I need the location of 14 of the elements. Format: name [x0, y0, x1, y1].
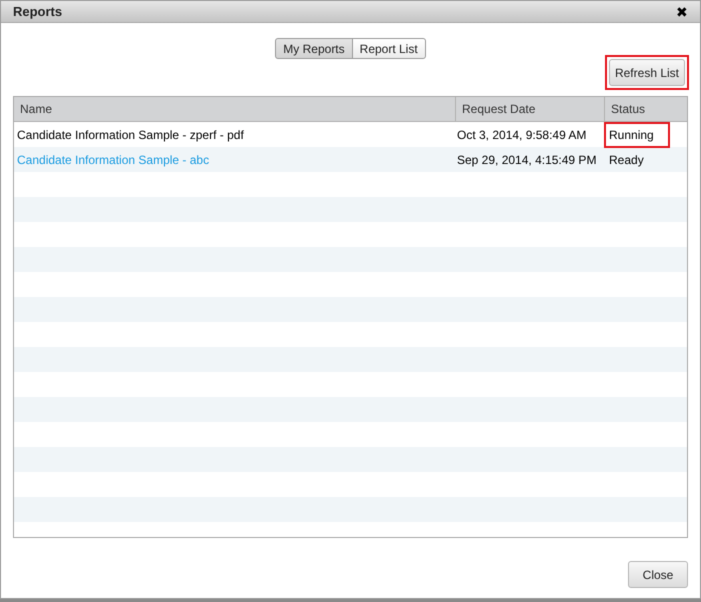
column-header[interactable]: Request Date [455, 97, 604, 121]
tab[interactable]: Report List [352, 38, 426, 59]
refresh-list-button[interactable]: Refresh List [608, 59, 685, 86]
report-name: Candidate Information Sample - zperf - pdf [17, 128, 244, 142]
column-header[interactable]: Status [604, 97, 687, 121]
close-button[interactable]: Close [628, 561, 688, 588]
tab[interactable]: My Reports [275, 38, 353, 59]
request-date: Sep 29, 2014, 4:15:49 PM [457, 152, 596, 166]
table-row[interactable]: Candidate Information Sample - abc Sep 29, 2014, 4:15:49 PM Ready [14, 147, 687, 172]
status-text: Ready [608, 152, 645, 168]
window-title: Reports [13, 2, 62, 21]
request-date: Oct 3, 2014, 9:58:49 AM [457, 128, 586, 142]
column-header[interactable]: Name [14, 97, 455, 121]
status-text: Running [604, 122, 670, 148]
